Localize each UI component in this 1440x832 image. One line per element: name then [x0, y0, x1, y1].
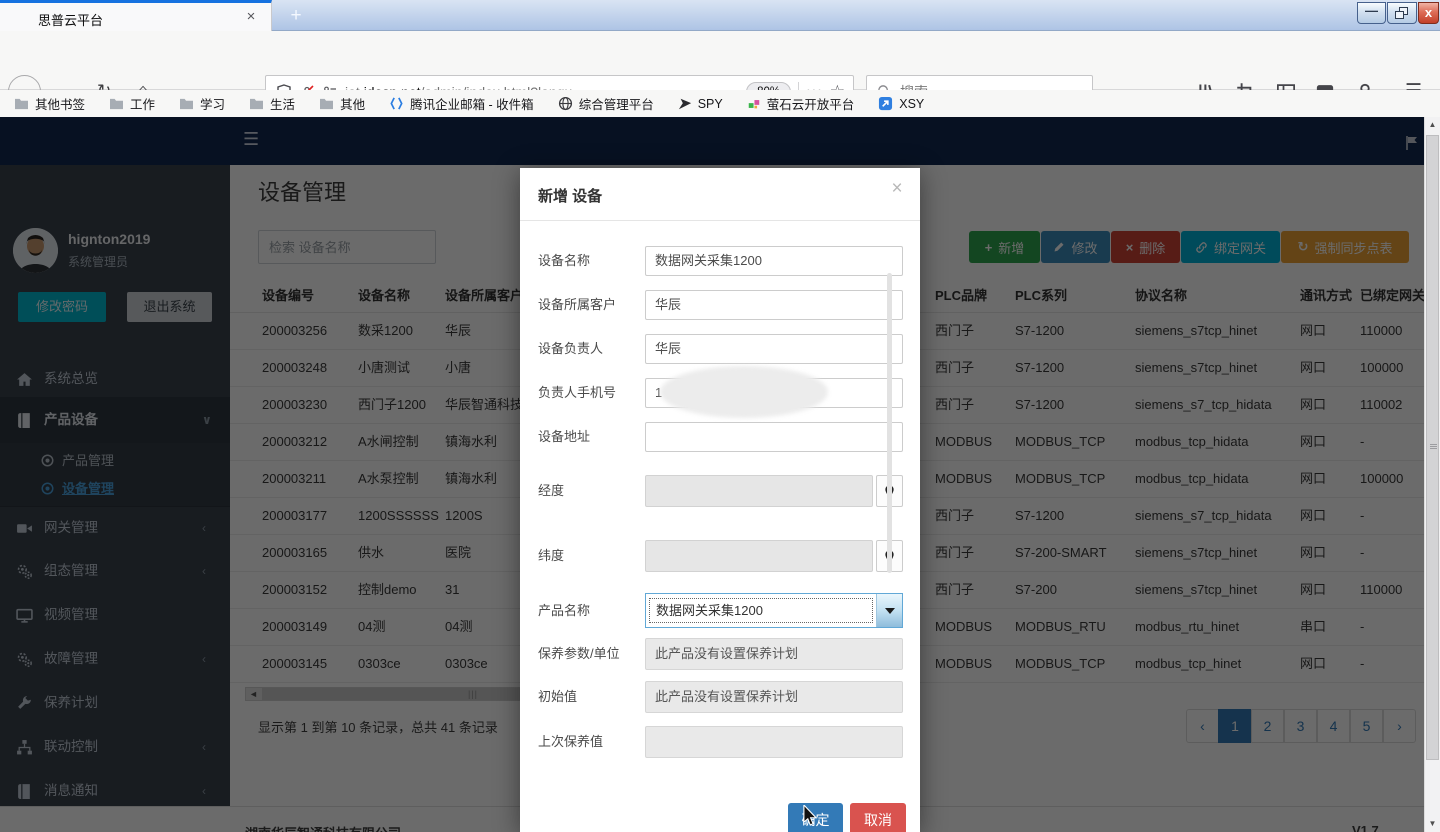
field-label: 设备名称: [538, 246, 590, 276]
new-tab-button[interactable]: +: [283, 4, 309, 28]
customer-input[interactable]: 华辰: [645, 290, 903, 320]
mouse-cursor: [800, 805, 820, 827]
add-device-modal: 新增 设备 × 设备名称 数据网关采集1200 设备所属客户 华辰 设备负责人 …: [520, 168, 920, 832]
bookmark-folder[interactable]: 学习: [179, 94, 225, 113]
maintenance-param-input: 此产品没有设置保养计划: [645, 638, 903, 670]
scrollbar-thumb[interactable]: [1426, 135, 1439, 760]
window-close-button[interactable]: x: [1418, 2, 1439, 24]
field-label: 负责人手机号: [538, 378, 616, 408]
initial-value-input: 此产品没有设置保养计划: [645, 681, 903, 713]
bookmark-xsy[interactable]: XSY: [878, 96, 924, 111]
modal-title: 新增 设备: [538, 185, 602, 206]
last-maintenance-input: [645, 726, 903, 758]
scrollbar-grip: [1430, 444, 1437, 449]
bookmark-folder[interactable]: 工作: [109, 94, 155, 113]
field-label: 设备负责人: [538, 334, 603, 364]
bookmark-folder[interactable]: 生活: [249, 94, 295, 113]
page-content: ☰ hignton2019 系统管理员 修改密码 退出系统 系统总览 产品设备∨…: [0, 117, 1440, 832]
field-label: 初始值: [538, 681, 577, 713]
chevron-down-icon[interactable]: [876, 594, 902, 627]
bookmarks-bar: 其他书签 工作 学习 生活 其他 腾讯企业邮箱 - 收件箱 综合管理平台 SPY…: [0, 90, 1440, 117]
browser-vertical-scrollbar[interactable]: ▲ ▼: [1424, 117, 1440, 832]
longitude-input: [645, 475, 873, 507]
field-label: 设备地址: [538, 422, 590, 452]
bookmark-spy[interactable]: SPY: [678, 97, 723, 111]
bookmark-folder[interactable]: 其他书签: [14, 94, 85, 113]
owner-input[interactable]: 华辰: [645, 334, 903, 364]
window-minimize-button[interactable]: —: [1357, 2, 1386, 24]
field-label: 产品名称: [538, 593, 590, 628]
field-label: 设备所属客户: [538, 290, 616, 320]
close-icon[interactable]: ×: [886, 178, 908, 200]
field-label: 纬度: [538, 540, 564, 572]
field-label: 上次保养值: [538, 726, 603, 758]
field-label: 经度: [538, 475, 564, 507]
browser-tab[interactable]: 思普云平台 ×: [0, 0, 272, 31]
spy-icon: [678, 97, 692, 111]
address-input[interactable]: [645, 422, 903, 452]
browser-toolbar: ← → ↻ ⌂ iot.idosp.net/admin/index.html?l…: [0, 31, 1440, 90]
modal-scrollbar[interactable]: [887, 273, 892, 573]
tencent-mail-icon: [389, 96, 404, 111]
tab-close-icon[interactable]: ×: [241, 8, 261, 25]
scroll-up-icon[interactable]: ▲: [1425, 117, 1440, 133]
tab-title: 思普云平台: [38, 10, 103, 29]
browser-titlebar: 思普云平台 × + — x: [0, 0, 1440, 31]
divider: [520, 220, 920, 221]
field-label: 保养参数/单位: [538, 638, 620, 670]
globe-icon: [558, 96, 573, 111]
redaction-blur: [660, 366, 828, 418]
ezviz-icon: [747, 97, 761, 111]
bookmark-mgmt-platform[interactable]: 综合管理平台: [558, 94, 654, 113]
product-select[interactable]: 数据网关采集1200: [645, 593, 903, 628]
window-restore-button[interactable]: [1387, 2, 1417, 24]
bookmark-tencent-mail[interactable]: 腾讯企业邮箱 - 收件箱: [389, 94, 534, 113]
device-name-input[interactable]: 数据网关采集1200: [645, 246, 903, 276]
cancel-button[interactable]: 取消: [850, 803, 906, 832]
latitude-input: [645, 540, 873, 572]
screen: 思普云平台 × + — x ← → ↻ ⌂ iot.idosp.net/admi…: [0, 0, 1440, 832]
bookmark-ezviz[interactable]: 萤石云开放平台: [747, 94, 855, 113]
xsy-icon: [878, 96, 893, 111]
scroll-down-icon[interactable]: ▼: [1425, 816, 1440, 832]
bookmark-folder[interactable]: 其他: [319, 94, 365, 113]
